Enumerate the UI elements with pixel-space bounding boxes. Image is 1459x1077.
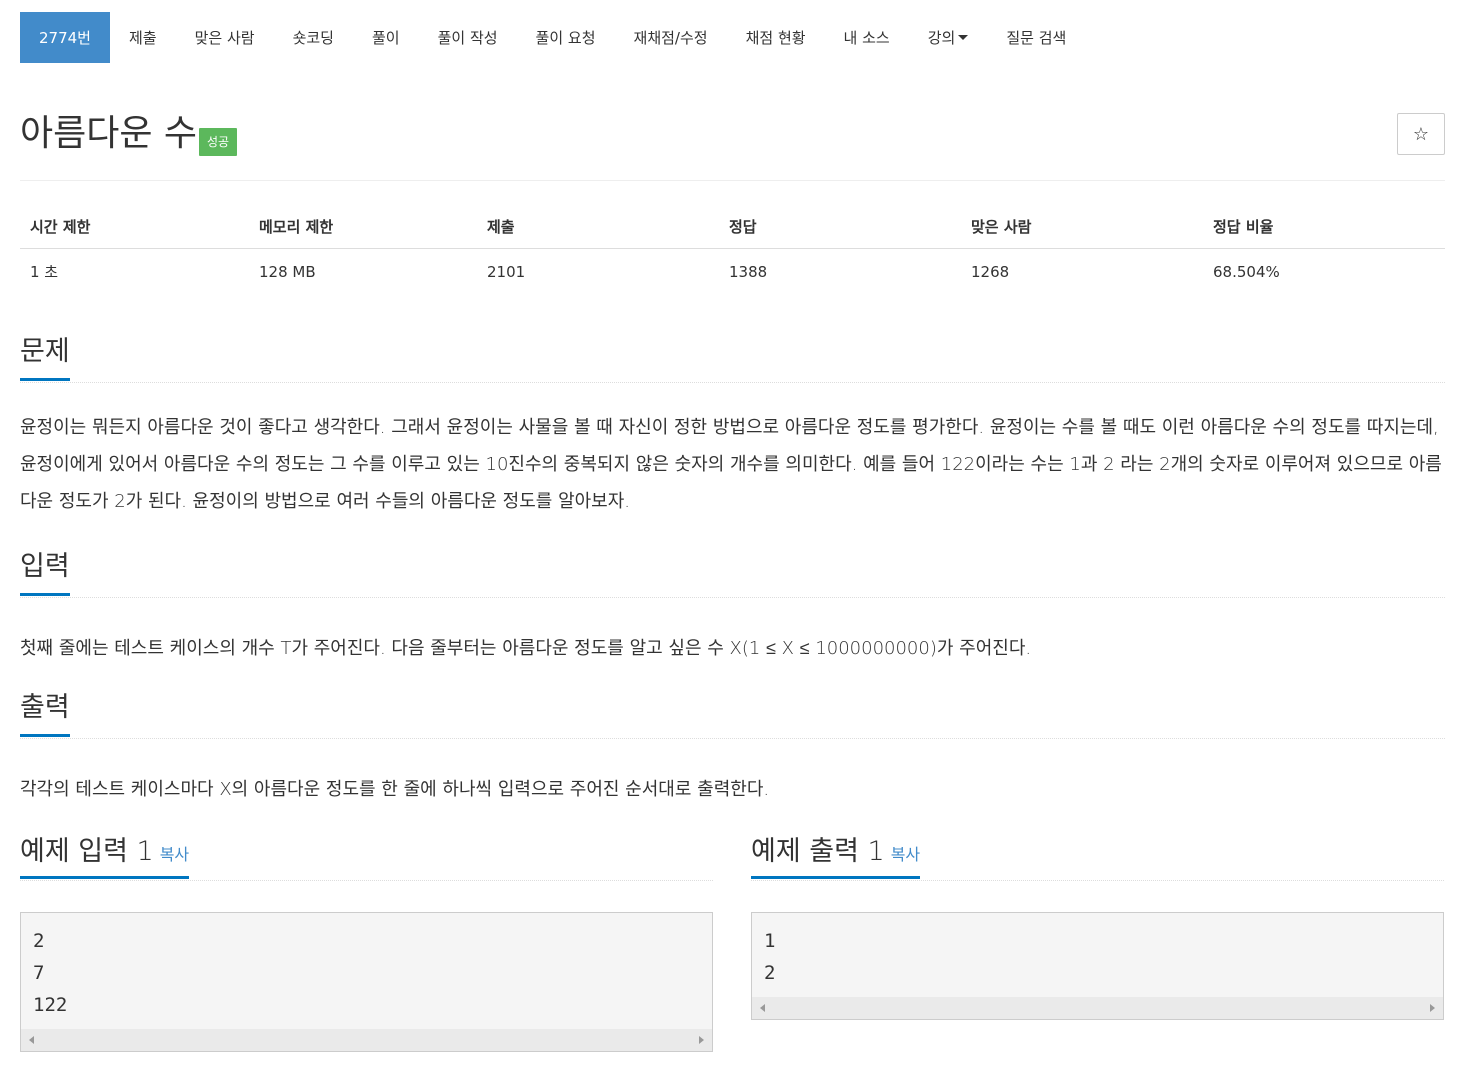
output-text: 각각의 테스트 케이스마다 X의 아름다운 정도를 한 줄에 하나씩 입력으로 … bbox=[20, 779, 770, 800]
tab-correct-users[interactable]: 맞은 사람 bbox=[176, 12, 274, 63]
value-submissions: 2101 bbox=[487, 262, 526, 281]
output-heading: 출력 bbox=[20, 690, 70, 737]
sample-input-box[interactable]: 2 7 122 bbox=[20, 912, 713, 1052]
sample-input-line: 2 bbox=[33, 930, 45, 952]
tab-lecture-label: 강의 bbox=[927, 29, 956, 47]
tab-submit[interactable]: 제출 bbox=[110, 12, 176, 63]
value-memory-limit: 128 MB bbox=[259, 262, 316, 281]
tab-lecture[interactable]: 강의 bbox=[909, 12, 988, 63]
table-row: 1 초 128 MB 2101 1388 1268 68.504% bbox=[20, 249, 1445, 295]
problem-info-table: 시간 제한 메모리 제한 제출 정답 맞은 사람 정답 비율 1 초 128 M… bbox=[20, 207, 1445, 294]
favorite-button[interactable]: ☆ bbox=[1397, 113, 1445, 155]
sample-input-heading-wrap: 예제 입력 1 복사 bbox=[20, 834, 190, 879]
tab-rejudge[interactable]: 재채점/수정 bbox=[615, 12, 727, 63]
star-icon: ☆ bbox=[1412, 123, 1430, 145]
sample-input-line: 7 bbox=[33, 962, 45, 984]
tab-request-solution[interactable]: 풀이 요청 bbox=[517, 12, 615, 63]
value-solved-users: 1268 bbox=[971, 262, 1010, 281]
copy-output-button[interactable]: 복사 bbox=[891, 845, 920, 864]
table-header-row: 시간 제한 메모리 제한 제출 정답 맞은 사람 정답 비율 bbox=[20, 207, 1445, 249]
description-text: 윤정이는 뭐든지 아름다운 것이 좋다고 생각한다. 그래서 윤정이는 사물을 … bbox=[20, 417, 1442, 512]
value-accept-ratio: 68.504% bbox=[1213, 262, 1280, 281]
sample-output-heading-wrap: 예제 출력 1 복사 bbox=[751, 834, 921, 879]
sample-output-box[interactable]: 1 2 bbox=[751, 912, 1444, 1020]
value-accepted: 1388 bbox=[729, 262, 768, 281]
title-row: 아름다운 수 성공 ☆ bbox=[20, 112, 1445, 181]
tab-status[interactable]: 채점 현황 bbox=[727, 12, 825, 63]
sample-output-block: 예제 출력 1 복사 1 2 bbox=[751, 834, 1444, 1020]
input-heading: 입력 bbox=[20, 549, 70, 596]
sample-output-heading: 예제 출력 1 bbox=[751, 836, 885, 867]
input-section: 입력 첫째 줄에는 테스트 케이스의 개수 T가 주어진다. 다음 줄부터는 아… bbox=[20, 549, 1445, 667]
status-badge: 성공 bbox=[199, 128, 238, 156]
header-time-limit: 시간 제한 bbox=[20, 207, 249, 249]
horizontal-scrollbar[interactable] bbox=[752, 997, 1443, 1019]
scroll-left-icon[interactable] bbox=[29, 1036, 34, 1044]
output-section: 출력 각각의 테스트 케이스마다 X의 아름다운 정도를 한 줄에 하나씩 입력… bbox=[20, 690, 1445, 808]
header-submissions: 제출 bbox=[477, 207, 719, 249]
tab-my-source[interactable]: 내 소스 bbox=[825, 12, 909, 63]
copy-input-button[interactable]: 복사 bbox=[160, 845, 189, 864]
header-memory-limit: 메모리 제한 bbox=[249, 207, 477, 249]
caret-down-icon bbox=[958, 35, 969, 40]
sample-input-line: 122 bbox=[33, 994, 68, 1016]
tab-problem[interactable]: 2774번 bbox=[20, 12, 110, 63]
sample-output-line: 1 bbox=[764, 930, 776, 952]
scroll-right-icon[interactable] bbox=[699, 1036, 704, 1044]
sample-input-block: 예제 입력 1 복사 2 7 122 bbox=[20, 834, 713, 1052]
tab-question-search[interactable]: 질문 검색 bbox=[987, 12, 1085, 63]
sample-output-line: 2 bbox=[764, 962, 776, 984]
tab-solutions[interactable]: 풀이 bbox=[353, 12, 419, 63]
horizontal-scrollbar[interactable] bbox=[21, 1029, 712, 1051]
header-solved-users: 맞은 사람 bbox=[961, 207, 1203, 249]
header-accepted: 정답 bbox=[719, 207, 961, 249]
problem-nav: 2774번 제출 맞은 사람 숏코딩 풀이 풀이 작성 풀이 요청 재채점/수정… bbox=[20, 12, 1445, 63]
sample-input-heading: 예제 입력 1 bbox=[20, 836, 154, 867]
tab-short-coding[interactable]: 숏코딩 bbox=[274, 12, 353, 63]
tab-write-solution[interactable]: 풀이 작성 bbox=[419, 12, 517, 63]
input-text: 첫째 줄에는 테스트 케이스의 개수 T가 주어진다. 다음 줄부터는 아름다운… bbox=[20, 638, 1032, 659]
header-accept-ratio: 정답 비율 bbox=[1203, 207, 1445, 249]
value-time-limit: 1 초 bbox=[30, 263, 59, 281]
scroll-left-icon[interactable] bbox=[760, 1004, 765, 1012]
description-heading: 문제 bbox=[20, 334, 70, 381]
problem-title: 아름다운 수 bbox=[20, 113, 198, 154]
description-section: 문제 윤정이는 뭐든지 아름다운 것이 좋다고 생각한다. 그래서 윤정이는 사… bbox=[20, 334, 1445, 520]
scroll-right-icon[interactable] bbox=[1430, 1004, 1435, 1012]
